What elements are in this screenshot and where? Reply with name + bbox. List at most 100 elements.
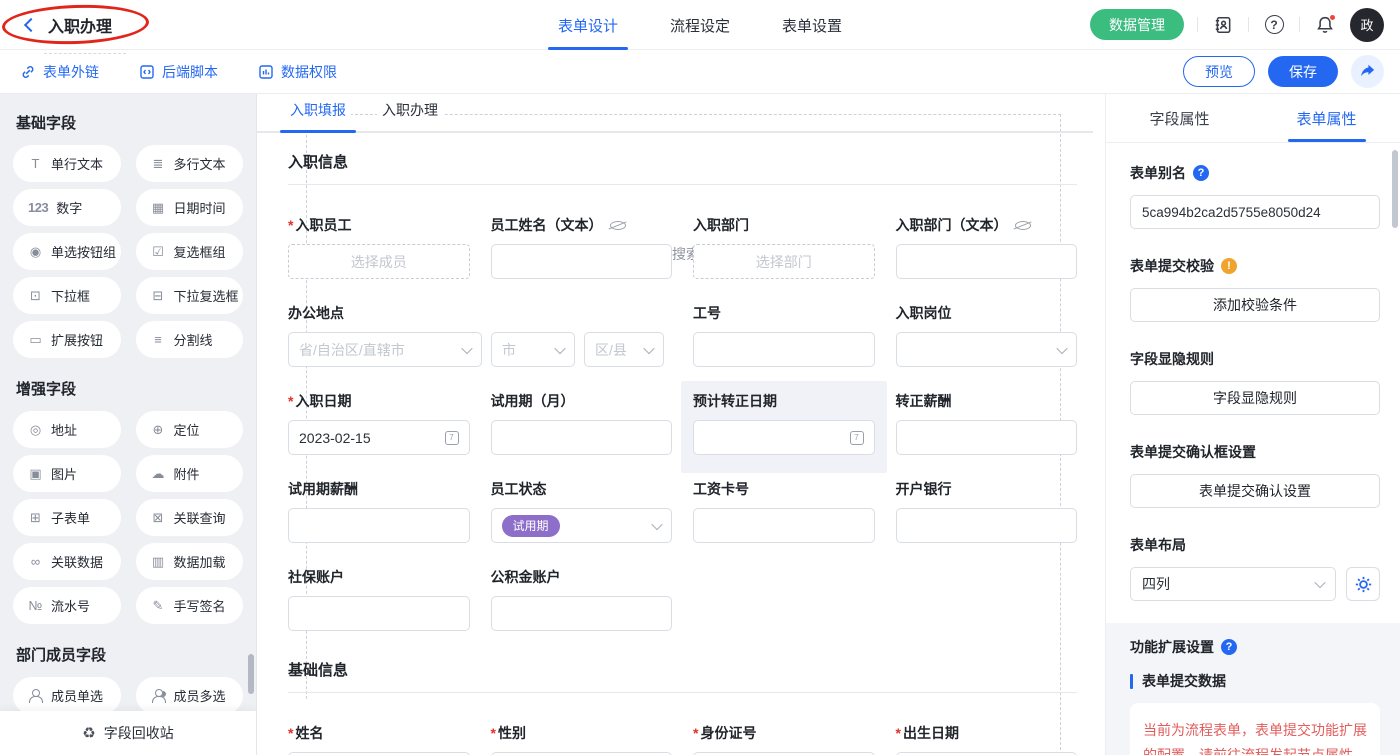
form-field-entry-dept[interactable]: 入职部门 选择部门 (693, 215, 875, 279)
field-pill-multi-line-text[interactable]: ≣多行文本 (136, 145, 244, 182)
form-field-office-location[interactable]: 办公地点 省/自治区/直辖市 市 区/县 (288, 303, 672, 367)
form-field-entry-position[interactable]: 入职岗位 (896, 303, 1078, 367)
field-pill-divider[interactable]: ≡分割线 (136, 321, 244, 358)
form-field-entry-dept-text[interactable]: 入职部门（文本） (896, 215, 1078, 279)
tab-form-properties[interactable]: 表单属性 (1253, 94, 1400, 142)
form-field-employee-name-text[interactable]: 员工姓名（文本） (491, 215, 673, 279)
help-question-icon[interactable]: ? (1221, 639, 1237, 655)
field-pill-attachment[interactable]: ☁附件 (136, 455, 244, 492)
form-field-entry-employee[interactable]: 入职员工 选择成员 (288, 215, 470, 279)
form-field-entry-date[interactable]: 入职日期 2023-02-15 (288, 391, 470, 455)
form-field-probation-salary[interactable]: 试用期薪酬 (288, 479, 470, 543)
field-pill-subform[interactable]: ⊞子表单 (13, 499, 121, 536)
field-pill-multi-dropdown[interactable]: ⊟下拉复选框 (136, 277, 244, 314)
help-question-icon[interactable]: ? (1193, 165, 1209, 181)
form-field-social-security[interactable]: 社保账户 (288, 567, 470, 631)
data-manage-button[interactable]: 数据管理 (1090, 9, 1184, 40)
field-pill-number[interactable]: 123数字 (13, 189, 121, 226)
field-pill-address[interactable]: ◎地址 (13, 411, 121, 448)
text-input[interactable] (288, 596, 470, 631)
form-field-id-number[interactable]: 身份证号 (693, 723, 875, 755)
eye-hidden-icon[interactable] (1015, 221, 1031, 230)
field-pill-image[interactable]: ▣图片 (13, 455, 121, 492)
form-field-housing-fund[interactable]: 公积金账户 (491, 567, 673, 631)
form-alias-input[interactable] (1130, 195, 1380, 229)
canvas-tab-entry-fill[interactable]: 入职填报 (285, 100, 351, 131)
multi-line-text-icon: ≣ (151, 156, 166, 172)
field-pill-linked-data[interactable]: ∞关联数据 (13, 543, 121, 580)
field-pill-locate[interactable]: ⊕定位 (136, 411, 244, 448)
help-icon[interactable]: ? (1262, 13, 1286, 37)
dept-picker[interactable]: 选择部门 (693, 244, 875, 279)
backend-script-link[interactable]: 后端脚本 (139, 62, 218, 82)
field-pill-data-load[interactable]: ▥数据加载 (136, 543, 244, 580)
text-input[interactable] (491, 420, 673, 455)
form-field-bank[interactable]: 开户银行 (896, 479, 1078, 543)
position-select[interactable] (896, 332, 1078, 367)
tab-field-properties[interactable]: 字段属性 (1106, 94, 1253, 142)
divider (1197, 17, 1198, 32)
section-title-member-fields: 部门成员字段 (16, 644, 243, 665)
text-input[interactable] (693, 332, 875, 367)
form-field-birth-date[interactable]: 出生日期 2023-02-15 (896, 723, 1078, 755)
district-select[interactable]: 区/县 (584, 332, 664, 367)
field-pill-extend-button[interactable]: ▭扩展按钮 (13, 321, 121, 358)
city-select[interactable]: 市 (491, 332, 575, 367)
add-validation-button[interactable]: 添加校验条件 (1130, 288, 1380, 322)
field-pill-dropdown[interactable]: ⊡下拉框 (13, 277, 121, 314)
layout-select[interactable]: 四列 (1130, 567, 1336, 601)
form-field-probation-months[interactable]: 试用期（月） (491, 391, 673, 455)
field-pill-serial-number[interactable]: №流水号 (13, 587, 121, 624)
form-field-salary-card[interactable]: 工资卡号 (693, 479, 875, 543)
multi-dropdown-icon: ⊟ (151, 288, 166, 304)
form-field-name[interactable]: 姓名 (288, 723, 470, 755)
back-navigation[interactable]: 入职办理 (0, 13, 112, 37)
text-input[interactable] (491, 244, 673, 279)
text-input[interactable] (896, 508, 1078, 543)
text-input[interactable] (896, 420, 1078, 455)
form-field-regular-salary[interactable]: 转正薪酬 (896, 391, 1078, 455)
sidebar-scrollbar-thumb[interactable] (248, 654, 254, 694)
field-pill-member-multi[interactable]: 成员多选 (136, 677, 244, 714)
canvas-tab-entry-handle[interactable]: 入职办理 (377, 100, 443, 131)
layout-settings-button[interactable] (1346, 567, 1380, 601)
status-select[interactable]: 试用期 (491, 508, 673, 543)
field-pill-linked-query[interactable]: ⊠关联查询 (136, 499, 244, 536)
field-pill-datetime[interactable]: ▦日期时间 (136, 189, 244, 226)
form-field-employee-status[interactable]: 员工状态 试用期 (491, 479, 673, 543)
contacts-icon[interactable] (1211, 13, 1235, 37)
form-field-gender[interactable]: 性别 (491, 723, 673, 755)
panel-scrollbar-thumb[interactable] (1392, 150, 1398, 228)
text-input[interactable] (693, 508, 875, 543)
form-external-link[interactable]: 表单外链 (20, 62, 99, 82)
field-pill-member-single[interactable]: 成员单选 (13, 677, 121, 714)
date-input[interactable] (693, 420, 875, 455)
tab-form-design[interactable]: 表单设计 (556, 0, 620, 50)
field-pill-signature[interactable]: ✎手写签名 (136, 587, 244, 624)
submit-confirm-button[interactable]: 表单提交确认设置 (1130, 474, 1380, 508)
text-input[interactable] (288, 508, 470, 543)
tab-flow-setting[interactable]: 流程设定 (668, 0, 732, 50)
avatar[interactable]: 政 (1350, 8, 1384, 42)
field-pill-radio-group[interactable]: ◉单选按钮组 (13, 233, 121, 270)
text-input[interactable] (491, 596, 673, 631)
back-icon[interactable] (24, 17, 38, 31)
province-select[interactable]: 省/自治区/直辖市 (288, 332, 482, 367)
warning-icon[interactable]: ! (1221, 258, 1237, 274)
form-field-job-number[interactable]: 工号 (693, 303, 875, 367)
field-pill-checkbox-group[interactable]: ☑复选框组 (136, 233, 244, 270)
save-button[interactable]: 保存 (1268, 56, 1338, 87)
data-permission-link[interactable]: 数据权限 (258, 62, 337, 82)
date-input[interactable]: 2023-02-15 (288, 420, 470, 455)
text-input[interactable] (896, 244, 1078, 279)
tab-form-setting[interactable]: 表单设置 (780, 0, 844, 50)
notification-icon[interactable] (1313, 13, 1337, 37)
preview-button[interactable]: 预览 (1183, 56, 1255, 87)
share-button[interactable] (1351, 55, 1384, 88)
field-recycle-bin[interactable]: ♻ 字段回收站 (0, 711, 256, 755)
eye-hidden-icon[interactable] (610, 221, 626, 230)
member-picker[interactable]: 选择成员 (288, 244, 470, 279)
field-pill-single-line-text[interactable]: T单行文本 (13, 145, 121, 182)
field-visibility-button[interactable]: 字段显隐规则 (1130, 381, 1380, 415)
form-field-expected-regular-date[interactable]: 预计转正日期 (693, 391, 875, 455)
